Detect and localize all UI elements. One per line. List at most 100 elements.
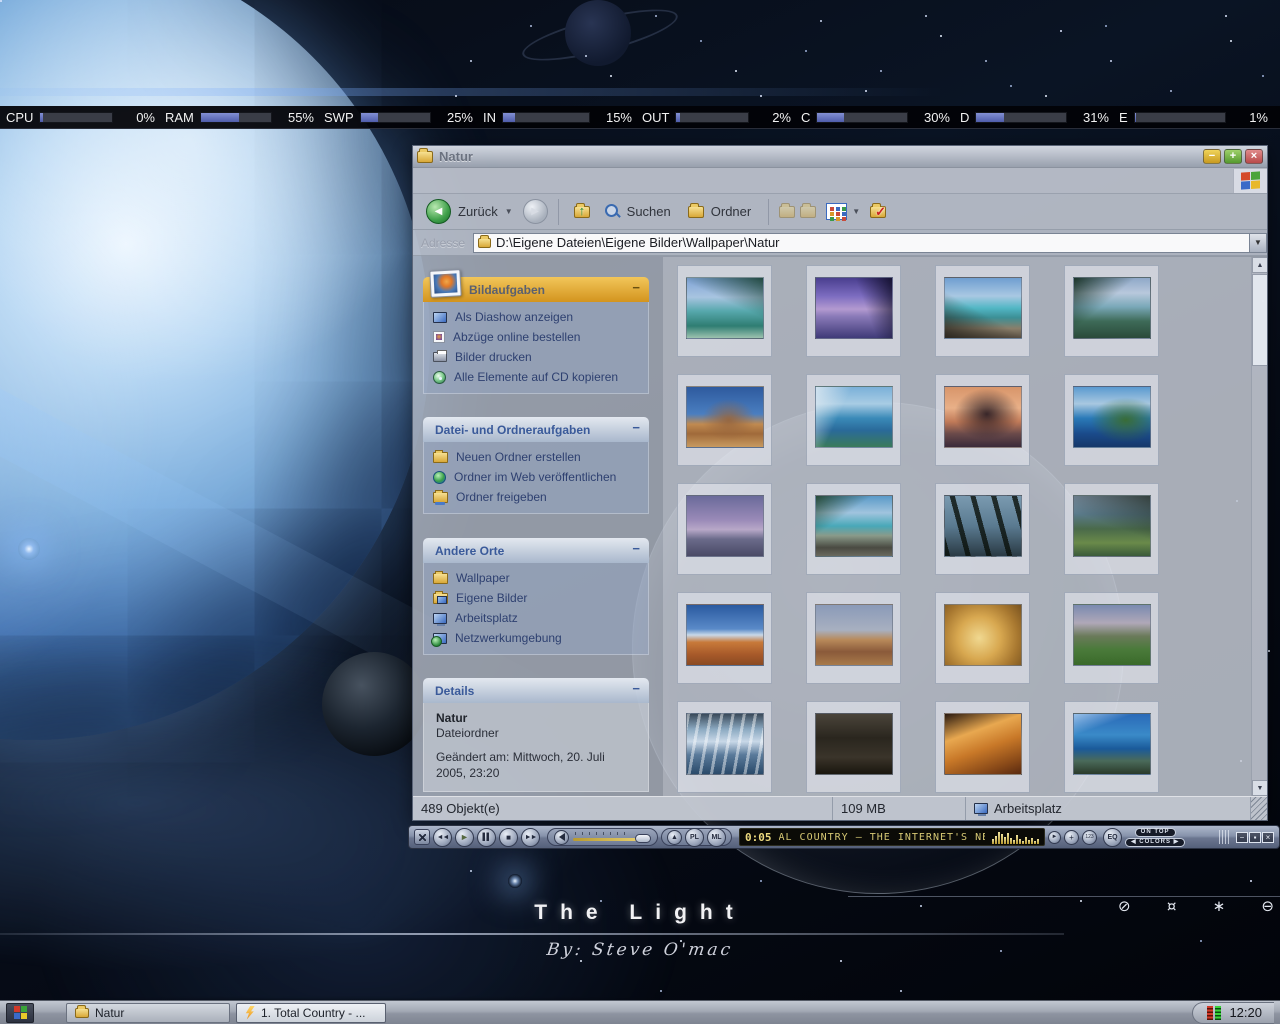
desktop-widget-icon-0[interactable]: ⊘ [1118,897,1131,915]
desktop-widget-icon-2[interactable]: ∗ [1213,897,1226,915]
collapse-button[interactable]: − [632,280,640,295]
toolbar-separator [768,199,769,225]
title-bar[interactable]: Natur − + × [413,146,1267,168]
scrollbar-thumb[interactable] [1252,274,1267,366]
scroll-down-button[interactable]: ▼ [1252,780,1267,796]
address-dropdown-button[interactable]: ▼ [1250,233,1267,253]
volume-knob[interactable] [635,834,651,843]
thumbnail-stone-field[interactable] [1064,592,1159,684]
thumbnail-rocky-shore[interactable] [806,483,901,575]
playlist-button[interactable]: PL [685,828,704,847]
sidebar-item[interactable]: Eigene Bilder [424,588,648,608]
thumbnail-orange-canyon[interactable] [935,701,1030,793]
sidebar-item[interactable]: Als Diashow anzeigen [424,307,648,327]
panel-header[interactable]: Datei- und Ordneraufgaben − [423,417,649,442]
sidebar-item[interactable]: Ordner freigeben [424,487,648,507]
thumbnail-green-coast-river[interactable] [1064,483,1159,575]
copy-to-icon[interactable] [800,206,816,218]
move-to-icon[interactable] [779,206,795,218]
vertical-scrollbar[interactable]: ▲ ▼ [1251,257,1267,796]
thumbnail-aerial-island[interactable] [1064,374,1159,466]
meter-out: OUT2% [640,110,799,125]
volume-slider[interactable] [573,832,651,842]
sidebar-item[interactable]: Arbeitsplatz [424,608,648,628]
play-button[interactable]: ► [455,828,474,847]
panel-header[interactable]: Andere Orte − [423,538,649,563]
sidebar-item[interactable]: Ordner im Web veröffentlichen [424,467,648,487]
system-tray: 12:20 [1192,1002,1274,1024]
thumbnail-coastal-cliff[interactable] [1064,265,1159,357]
panel-header[interactable]: Bildaufgaben − [423,277,649,302]
up-button[interactable]: ↑ [569,204,595,220]
sidebar-item[interactable]: Alle Elemente auf CD kopieren [424,367,648,387]
panel-header[interactable]: Details − [423,678,649,703]
previous-button[interactable]: ◄◄ [433,828,452,847]
start-button[interactable] [6,1003,34,1023]
thumbnail-hazy-mesas[interactable] [806,592,901,684]
add-button[interactable]: + [1064,830,1079,845]
thumbnail-purple-sunset-palm[interactable] [806,265,901,357]
thumbnail-image [944,604,1022,666]
thumbnail-outback-trees[interactable] [677,592,772,684]
folders-icon [688,206,704,218]
eject-button[interactable]: ▲ [667,830,682,845]
sidebar-item[interactable]: Wallpaper [424,568,648,588]
panel-andere-orte: Andere Orte − WallpaperEigene BilderArbe… [423,538,649,655]
taskbar-item-winamp[interactable]: 1. Total Country - ... [236,1003,386,1023]
thumbnail-dark-forest-roots[interactable] [806,701,901,793]
views-button[interactable]: ▼ [821,201,865,222]
sidebar-item[interactable]: Netzwerkumgebung [424,628,648,648]
folder-sync-icon[interactable]: ✓ [870,206,886,218]
resize-grip[interactable] [1251,797,1267,820]
player-minimize-button[interactable]: − [1236,832,1248,843]
next-button[interactable]: ►► [521,828,540,847]
maximize-button[interactable]: + [1224,149,1242,164]
printer-icon [433,352,447,362]
speaker-icon[interactable] [554,830,569,845]
thumbnail-rocky-beach[interactable] [935,265,1030,357]
player-shade-button[interactable]: ▪ [1249,832,1261,843]
back-button[interactable]: ◀ Zurück ▼ [421,197,518,226]
thumbnail-waterfall[interactable] [677,701,772,793]
traffic-monitor-icon[interactable] [1207,1006,1221,1020]
scroll-up-button[interactable]: ▲ [1252,257,1267,273]
minimize-button[interactable]: − [1203,149,1221,164]
stop-button[interactable]: ■ [499,828,518,847]
colors-selector[interactable]: ◀ COLORS ▶ [1125,838,1185,847]
taskbar-item-natur[interactable]: Natur [66,1003,230,1023]
player-menu-button[interactable] [414,829,430,845]
thumbnail-golden-forest[interactable] [935,592,1030,684]
thumbnail-image [1073,277,1151,339]
player-close-button[interactable]: × [1262,832,1274,843]
sidebar-item[interactable]: Bilder drucken [424,347,648,367]
collapse-button[interactable]: − [632,420,640,435]
media-library-button[interactable]: ML [707,828,726,847]
forward-button[interactable]: ▶ [523,199,548,224]
desktop-widget-icon-3[interactable]: ⊖ [1261,897,1274,915]
on-top-toggle[interactable]: ON TOP [1135,828,1176,837]
mini-play-button[interactable]: ► [1048,831,1061,844]
wallpaper-title: The Light [0,901,1280,925]
thumbnail-dusk-beach[interactable] [677,483,772,575]
collapse-button[interactable]: − [632,681,640,696]
thumbnail-palm-lagoon[interactable] [677,265,772,357]
address-input[interactable]: D:\Eigene Dateien\Eigene Bilder\Wallpape… [473,233,1250,253]
thumbnail-desert-monolith[interactable] [677,374,772,466]
collapse-button[interactable]: − [632,541,640,556]
pause-button[interactable]: ▌▌ [477,828,496,847]
thumbnail-blue-cove[interactable] [1064,701,1159,793]
search-button[interactable]: Suchen [600,202,678,221]
back-dropdown-caret[interactable]: ▼ [505,207,513,216]
playlist-group: ▲ PL ML [661,828,732,846]
sidebar-item[interactable]: Neuen Ordner erstellen [424,447,648,467]
desktop-widget-icon-1[interactable]: ¤ [1167,897,1177,915]
desktop: CPU0%RAM55%SWP25%IN15%OUT2%C30%D31%E1% T… [0,0,1280,1024]
thumbnail-orange-sunset-palms[interactable] [935,374,1030,466]
shuffle-button[interactable]: 123 [1082,830,1097,845]
close-button[interactable]: × [1245,149,1263,164]
folders-button[interactable]: Ordner [683,202,758,221]
thumbnail-cliff-over-sea[interactable] [806,374,901,466]
sidebar-item[interactable]: Abzüge online bestellen [424,327,648,347]
thumbnail-dark-palms[interactable] [935,483,1030,575]
equalizer-button[interactable]: EQ [1103,828,1122,847]
